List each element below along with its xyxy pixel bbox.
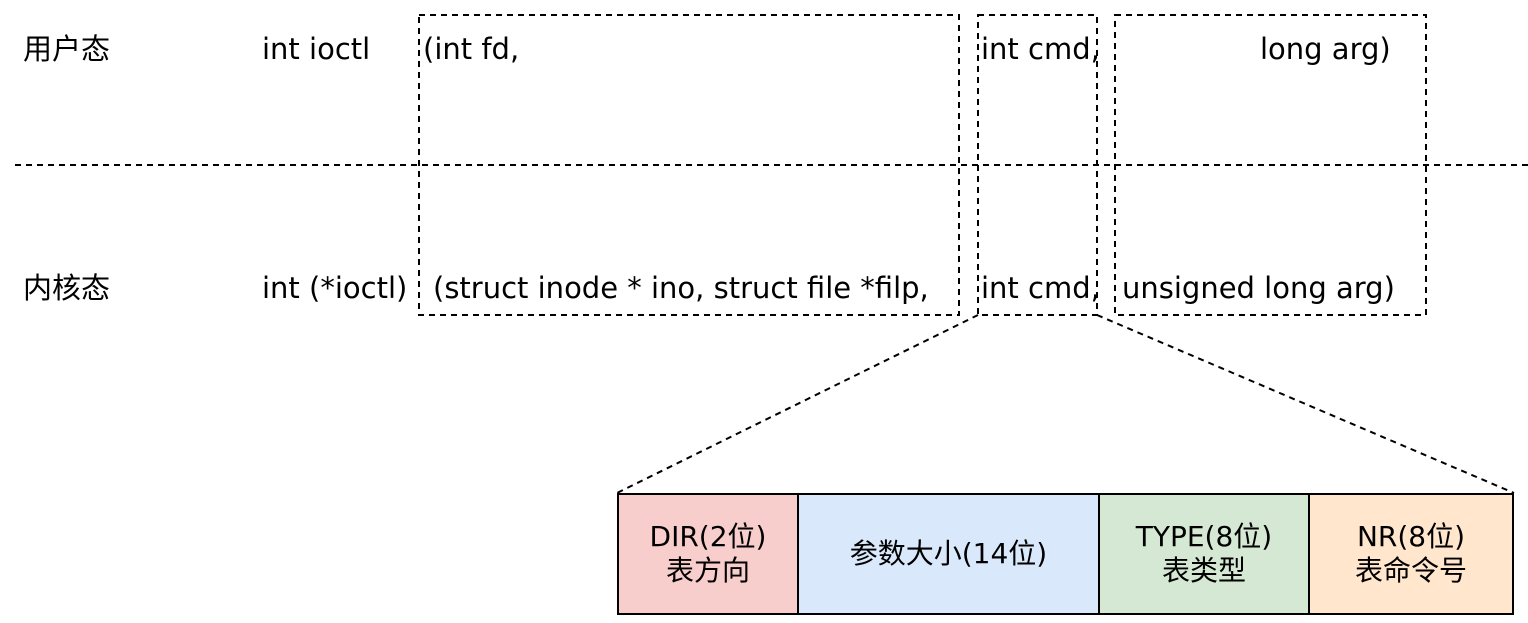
bitfield-type-desc: 表类型 <box>1161 554 1246 587</box>
bitfield-dir: DIR(2位) 表方向 <box>619 495 799 613</box>
kernel-param-inode-filp: (struct inode * ino, struct file *filp, <box>433 271 929 305</box>
user-space-label: 用户态 <box>23 32 111 66</box>
cmd-bitfield: DIR(2位) 表方向 参数大小(14位) TYPE(8位) 表类型 NR(8位… <box>617 493 1514 615</box>
kernel-param-cmd: int cmd, <box>981 271 1100 305</box>
kernel-space-label: 内核态 <box>23 271 111 305</box>
bitfield-nr: NR(8位) 表命令号 <box>1310 495 1512 613</box>
bitfield-type-title: TYPE(8位) <box>1135 520 1273 553</box>
bitfield-size-title: 参数大小(14位) <box>849 537 1048 570</box>
bitfield-dir-desc: 表方向 <box>665 554 750 587</box>
user-param-fd: (int fd, <box>423 32 520 66</box>
kernel-return-type: int (*ioctl) <box>262 271 408 305</box>
bitfield-nr-desc: 表命令号 <box>1354 554 1467 587</box>
user-return-type: int ioctl <box>262 32 371 66</box>
user-param-arg: long arg) <box>1260 32 1391 66</box>
bitfield-dir-title: DIR(2位) <box>649 520 767 553</box>
bitfield-nr-title: NR(8位) <box>1356 520 1466 553</box>
user-param-cmd: int cmd, <box>981 32 1100 66</box>
bitfield-type: TYPE(8位) 表类型 <box>1100 495 1310 613</box>
bitfield-size: 参数大小(14位) <box>799 495 1100 613</box>
kernel-param-arg: unsigned long arg) <box>1122 271 1395 305</box>
zoom-line-left <box>616 314 979 494</box>
zoom-line-right <box>1096 314 1515 494</box>
